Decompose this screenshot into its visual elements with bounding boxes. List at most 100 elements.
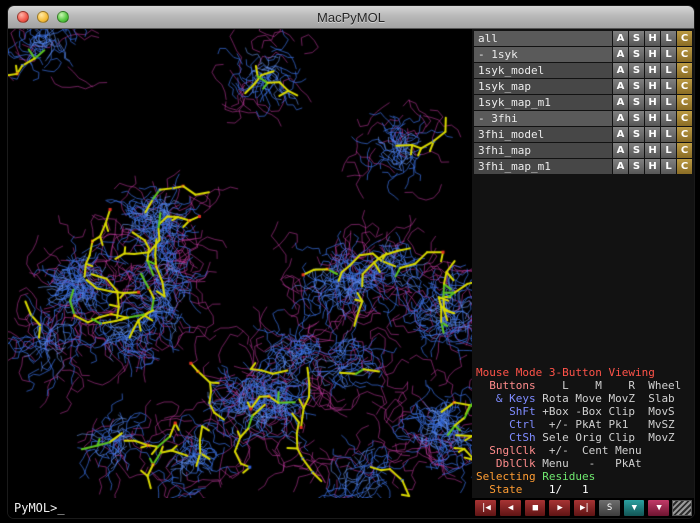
macpymol-window: MacPyMOL allASHLC- 1sykASHLC1syk_modelAS… — [7, 5, 695, 519]
l-menu-button[interactable]: L — [661, 143, 676, 158]
c-menu-button[interactable]: C — [677, 95, 692, 110]
h-menu-button[interactable]: H — [645, 31, 660, 46]
h-menu-button[interactable]: H — [645, 159, 660, 174]
l-menu-button[interactable]: L — [661, 95, 676, 110]
object-name[interactable]: 3fhi_map — [474, 143, 612, 158]
c-menu-button[interactable]: C — [677, 79, 692, 94]
movie-play-button[interactable]: ▶ — [548, 499, 571, 517]
l-menu-button[interactable]: L — [661, 63, 676, 78]
object-name[interactable]: - 1syk — [474, 47, 612, 62]
zoom-button[interactable] — [57, 11, 69, 23]
mouse-mode-panel: Mouse Mode 3-Button Viewing Buttons L M … — [474, 366, 692, 498]
a-menu-button[interactable]: A — [613, 143, 628, 158]
l-menu-button[interactable]: L — [661, 47, 676, 62]
mouse-snglclk-line: SnglClk +/- Cent Menu — [476, 444, 692, 457]
object-name[interactable]: all — [474, 31, 612, 46]
object-row-3fhi-map: 3fhi_mapASHLC — [474, 143, 692, 158]
a-menu-button[interactable]: A — [613, 63, 628, 78]
mouse-mode-line-text: 3-Button Viewing — [549, 366, 655, 379]
object-row-3fhi-model: 3fhi_modelASHLC — [474, 127, 692, 142]
mouse-mode-line[interactable]: Mouse Mode 3-Button Viewing — [476, 366, 692, 379]
c-menu-button[interactable]: C — [677, 31, 692, 46]
a-menu-button[interactable]: A — [613, 159, 628, 174]
object-row-1syk-model: 1syk_modelASHLC — [474, 63, 692, 78]
magenta-triangle-button[interactable]: ▼ — [647, 499, 670, 517]
s-menu-button[interactable]: S — [629, 111, 644, 126]
s-menu-button[interactable]: S — [629, 47, 644, 62]
s-menu-button[interactable]: S — [629, 127, 644, 142]
l-menu-button[interactable]: L — [661, 159, 676, 174]
mouse-shift-line-text: ShFt — [476, 405, 536, 418]
l-menu-button[interactable]: L — [661, 127, 676, 142]
scene-button[interactable]: S — [598, 499, 621, 517]
object-name[interactable]: 1syk_model — [474, 63, 612, 78]
mouse-mode-line-text: Mouse Mode — [476, 366, 549, 379]
c-menu-button[interactable]: C — [677, 111, 692, 126]
mouse-keys-line-text: Rota Move MovZ Slab — [536, 392, 675, 405]
object-name[interactable]: - 3fhi — [474, 111, 612, 126]
object-name[interactable]: 1syk_map — [474, 79, 612, 94]
mouse-snglclk-line-text: SnglClk — [476, 444, 536, 457]
close-button[interactable] — [17, 11, 29, 23]
object-row-3fhi-map-m1: 3fhi_map_m1ASHLC — [474, 159, 692, 174]
mouse-shift-line: ShFt +Box -Box Clip MovS — [476, 405, 692, 418]
command-prompt[interactable]: PyMOL>_ — [8, 501, 472, 515]
movie-controls: |◀◀■▶▶|S▼▼ — [472, 499, 694, 517]
bottom-bar: PyMOL>_ |◀◀■▶▶|S▼▼ — [8, 498, 694, 518]
a-menu-button[interactable]: A — [613, 47, 628, 62]
molecular-viewport[interactable] — [8, 29, 472, 498]
s-menu-button[interactable]: S — [629, 95, 644, 110]
window-title: MacPyMOL — [317, 10, 385, 25]
h-menu-button[interactable]: H — [645, 127, 660, 142]
mouse-keys-line: & Keys Rota Move MovZ Slab — [476, 392, 692, 405]
object-list: allASHLC- 1sykASHLC1syk_modelASHLC1syk_m… — [474, 31, 692, 175]
s-menu-button[interactable]: S — [629, 31, 644, 46]
mouse-ctsh-line-text: CtSh — [476, 431, 536, 444]
h-menu-button[interactable]: H — [645, 143, 660, 158]
teal-triangle-button[interactable]: ▼ — [623, 499, 646, 517]
h-menu-button[interactable]: H — [645, 47, 660, 62]
mouse-dblclk-line: DblClk Menu - PkAt — [476, 457, 692, 470]
l-menu-button[interactable]: L — [661, 111, 676, 126]
mouse-ctrl-line: Ctrl +/- PkAt Pk1 MvSZ — [476, 418, 692, 431]
h-menu-button[interactable]: H — [645, 63, 660, 78]
s-menu-button[interactable]: S — [629, 159, 644, 174]
state-line[interactable]: State 1/ 1 — [476, 483, 692, 496]
object-name[interactable]: 3fhi_model — [474, 127, 612, 142]
l-menu-button[interactable]: L — [661, 31, 676, 46]
movie-end-button[interactable]: ▶| — [573, 499, 596, 517]
c-menu-button[interactable]: C — [677, 159, 692, 174]
s-menu-button[interactable]: S — [629, 79, 644, 94]
movie-back-button[interactable]: ◀ — [499, 499, 522, 517]
a-menu-button[interactable]: A — [613, 111, 628, 126]
a-menu-button[interactable]: A — [613, 31, 628, 46]
c-menu-button[interactable]: C — [677, 47, 692, 62]
c-menu-button[interactable]: C — [677, 127, 692, 142]
viewport-area — [8, 29, 472, 498]
a-menu-button[interactable]: A — [613, 127, 628, 142]
object-name[interactable]: 1syk_map_m1 — [474, 95, 612, 110]
a-menu-button[interactable]: A — [613, 95, 628, 110]
mouse-buttons-header-line: Buttons L M R Wheel — [476, 379, 692, 392]
l-menu-button[interactable]: L — [661, 79, 676, 94]
s-menu-button[interactable]: S — [629, 143, 644, 158]
movie-rewind-button[interactable]: |◀ — [474, 499, 497, 517]
h-menu-button[interactable]: H — [645, 95, 660, 110]
s-menu-button[interactable]: S — [629, 63, 644, 78]
selecting-mode-line[interactable]: Selecting Residues — [476, 470, 692, 483]
mouse-keys-line-text: & Keys — [476, 392, 536, 405]
mouse-buttons-header-line-text: L M R Wheel — [536, 379, 682, 392]
movie-stop-button[interactable]: ■ — [524, 499, 547, 517]
title-bar[interactable]: MacPyMOL — [8, 6, 694, 29]
h-menu-button[interactable]: H — [645, 79, 660, 94]
a-menu-button[interactable]: A — [613, 79, 628, 94]
object-panel: allASHLC- 1sykASHLC1syk_modelASHLC1syk_m… — [472, 29, 694, 498]
h-menu-button[interactable]: H — [645, 111, 660, 126]
c-menu-button[interactable]: C — [677, 63, 692, 78]
selecting-mode-line-text: Selecting — [476, 470, 542, 483]
mouse-buttons-header-line-text: Buttons — [476, 379, 536, 392]
resize-grip[interactable] — [672, 500, 692, 516]
object-name[interactable]: 3fhi_map_m1 — [474, 159, 612, 174]
c-menu-button[interactable]: C — [677, 143, 692, 158]
minimize-button[interactable] — [37, 11, 49, 23]
